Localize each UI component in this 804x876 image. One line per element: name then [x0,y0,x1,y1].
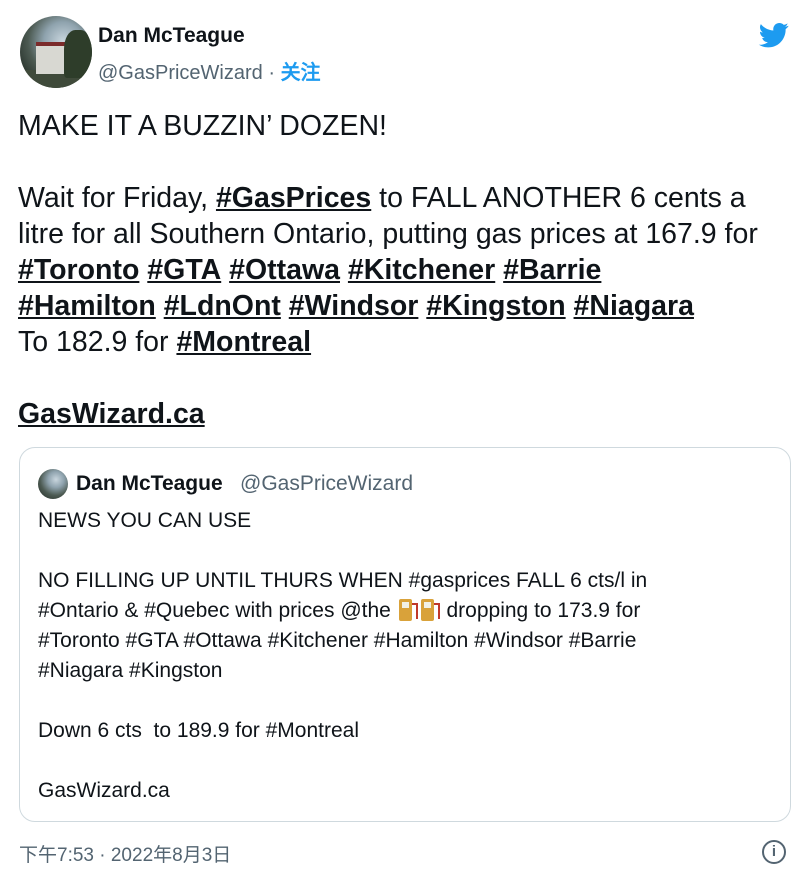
gaswizard-link[interactable]: GasWizard.ca [18,398,205,430]
hashtag-barrie[interactable]: #Barrie [503,254,601,286]
author-avatar[interactable] [20,16,92,88]
hashtag-hamilton[interactable]: #Hamilton [18,290,156,322]
quoted-tweet-text: NEWS YOU CAN USE NO FILLING UP UNTIL THU… [38,506,778,806]
tweet-text: MAKE IT A BUZZIN’ DOZEN! Wait for Friday… [18,108,788,432]
hashtag-kitchener[interactable]: #Kitchener [348,254,495,286]
tweet-header: Dan McTeague @GasPriceWizard · 关注 [18,16,794,90]
tweet-timestamp[interactable]: 下午7:53 · 2022年8月3日 [19,840,231,867]
quoted-author-avatar [38,469,68,499]
hashtag-ottawa[interactable]: #Ottawa [229,254,340,286]
hashtag-gasprices[interactable]: #GasPrices [216,182,371,214]
hashtag-kingston[interactable]: #Kingston [426,290,565,322]
fuel-pump-icon [398,597,418,621]
hashtag-ldnont[interactable]: #LdnOnt [164,290,281,322]
quoted-author-handle: @GasPriceWizard [240,472,414,495]
separator: · [262,62,281,84]
author-name[interactable]: Dan McTeague [98,24,245,48]
author-handle-line: @GasPriceWizard · 关注 [98,56,321,85]
hashtag-windsor[interactable]: #Windsor [289,290,419,322]
quoted-tweet[interactable]: Dan McTeague @GasPriceWizard NEWS YOU CA… [19,447,791,822]
hashtag-niagara[interactable]: #Niagara [574,290,694,322]
quoted-author-name: Dan McTeague [76,472,223,495]
quoted-text-part: dropping to 173.9 for #Toronto #GTA #Ott… [38,599,641,802]
hashtag-toronto[interactable]: #Toronto [18,254,139,286]
twitter-bird-icon[interactable] [756,20,792,50]
fuel-pump-icon [420,597,440,621]
author-handle[interactable]: @GasPriceWizard [98,62,263,84]
hashtag-montreal[interactable]: #Montreal [176,326,311,358]
follow-button[interactable]: 关注 [281,62,321,84]
info-icon[interactable]: i [762,840,786,864]
hashtag-gta[interactable]: #GTA [147,254,221,286]
tweet-text-part: To 182.9 for [18,326,177,358]
